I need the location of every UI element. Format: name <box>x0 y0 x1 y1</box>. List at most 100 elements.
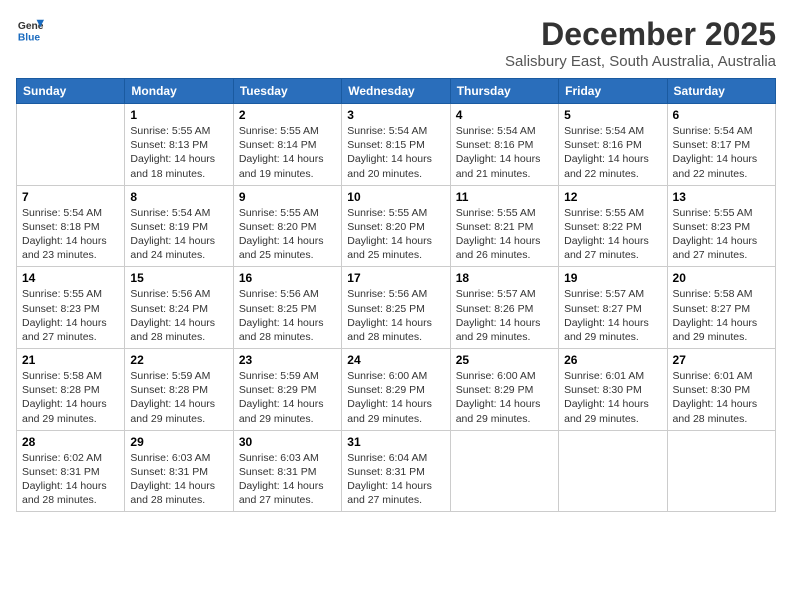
svg-text:Blue: Blue <box>18 32 41 43</box>
day-number: 30 <box>239 435 336 449</box>
table-row: 15 Sunrise: 5:56 AM Sunset: 8:24 PM Dayli… <box>125 267 233 349</box>
calendar-week-row: 28 Sunrise: 6:02 AM Sunset: 8:31 PM Dayli… <box>17 430 776 512</box>
table-row: 10 Sunrise: 5:55 AM Sunset: 8:20 PM Dayli… <box>342 185 450 267</box>
day-number: 9 <box>239 190 336 204</box>
table-row: 12Sunrise: 5:55 AM Sunset: 8:22 PM Dayli… <box>559 185 667 267</box>
day-number: 25 <box>456 353 553 367</box>
day-number: 27 <box>673 353 770 367</box>
day-info: Sunrise: 6:02 AM Sunset: 8:31 PM Dayligh… <box>22 451 119 508</box>
day-info: Sunrise: 5:55 AM Sunset: 8:23 PM Dayligh… <box>22 287 119 344</box>
table-row: 29 Sunrise: 6:03 AM Sunset: 8:31 PM Dayli… <box>125 430 233 512</box>
table-row: 1 Sunrise: 5:55 AM Sunset: 8:13 PM Daylig… <box>125 104 233 186</box>
day-number: 17 <box>347 271 444 285</box>
col-saturday: Saturday <box>667 79 775 104</box>
col-wednesday: Wednesday <box>342 79 450 104</box>
day-info: Sunrise: 5:55 AM Sunset: 8:14 PM Dayligh… <box>239 124 336 181</box>
day-number: 26 <box>564 353 661 367</box>
title-section: December 2025 Salisbury East, South Aust… <box>505 16 776 70</box>
day-number: 11 <box>456 190 553 204</box>
day-info: Sunrise: 6:01 AM Sunset: 8:30 PM Dayligh… <box>673 369 770 426</box>
col-sunday: Sunday <box>17 79 125 104</box>
day-number: 6 <box>673 108 770 122</box>
day-info: Sunrise: 5:56 AM Sunset: 8:25 PM Dayligh… <box>347 287 444 344</box>
day-info: Sunrise: 5:56 AM Sunset: 8:24 PM Dayligh… <box>130 287 227 344</box>
table-row: 23 Sunrise: 5:59 AM Sunset: 8:29 PM Dayli… <box>233 349 341 431</box>
table-row: 8Sunrise: 5:54 AM Sunset: 8:19 PM Daylig… <box>125 185 233 267</box>
table-row: 6Sunrise: 5:54 AM Sunset: 8:17 PM Daylig… <box>667 104 775 186</box>
day-info: Sunrise: 5:54 AM Sunset: 8:19 PM Dayligh… <box>130 206 227 263</box>
day-number: 14 <box>22 271 119 285</box>
month-year-title: December 2025 <box>505 16 776 53</box>
table-row: 9 Sunrise: 5:55 AM Sunset: 8:20 PM Daylig… <box>233 185 341 267</box>
table-row: 2 Sunrise: 5:55 AM Sunset: 8:14 PM Daylig… <box>233 104 341 186</box>
day-number: 29 <box>130 435 227 449</box>
day-info: Sunrise: 5:55 AM Sunset: 8:21 PM Dayligh… <box>456 206 553 263</box>
day-number: 15 <box>130 271 227 285</box>
table-row: 27 Sunrise: 6:01 AM Sunset: 8:30 PM Dayli… <box>667 349 775 431</box>
table-row: 16 Sunrise: 5:56 AM Sunset: 8:25 PM Dayli… <box>233 267 341 349</box>
table-row <box>450 430 558 512</box>
day-number: 12 <box>564 190 661 204</box>
day-info: Sunrise: 5:57 AM Sunset: 8:26 PM Dayligh… <box>456 287 553 344</box>
table-row: 11 Sunrise: 5:55 AM Sunset: 8:21 PM Dayli… <box>450 185 558 267</box>
col-tuesday: Tuesday <box>233 79 341 104</box>
day-number: 10 <box>347 190 444 204</box>
day-info: Sunrise: 5:55 AM Sunset: 8:13 PM Dayligh… <box>130 124 227 181</box>
calendar-week-row: 14 Sunrise: 5:55 AM Sunset: 8:23 PM Dayli… <box>17 267 776 349</box>
table-row: 4Sunrise: 5:54 AM Sunset: 8:16 PM Daylig… <box>450 104 558 186</box>
day-number: 22 <box>130 353 227 367</box>
col-friday: Friday <box>559 79 667 104</box>
table-row: 13 Sunrise: 5:55 AM Sunset: 8:23 PM Dayli… <box>667 185 775 267</box>
day-info: Sunrise: 6:00 AM Sunset: 8:29 PM Dayligh… <box>347 369 444 426</box>
table-row: 18Sunrise: 5:57 AM Sunset: 8:26 PM Dayli… <box>450 267 558 349</box>
table-row: 7Sunrise: 5:54 AM Sunset: 8:18 PM Daylig… <box>17 185 125 267</box>
calendar-week-row: 21Sunrise: 5:58 AM Sunset: 8:28 PM Dayli… <box>17 349 776 431</box>
day-info: Sunrise: 6:03 AM Sunset: 8:31 PM Dayligh… <box>130 451 227 508</box>
day-info: Sunrise: 5:54 AM Sunset: 8:18 PM Dayligh… <box>22 206 119 263</box>
day-info: Sunrise: 5:56 AM Sunset: 8:25 PM Dayligh… <box>239 287 336 344</box>
day-number: 20 <box>673 271 770 285</box>
calendar-week-row: 7Sunrise: 5:54 AM Sunset: 8:18 PM Daylig… <box>17 185 776 267</box>
day-number: 16 <box>239 271 336 285</box>
table-row: 24 Sunrise: 6:00 AM Sunset: 8:29 PM Dayli… <box>342 349 450 431</box>
table-row: 20 Sunrise: 5:58 AM Sunset: 8:27 PM Dayli… <box>667 267 775 349</box>
day-number: 31 <box>347 435 444 449</box>
calendar-table: Sunday Monday Tuesday Wednesday Thursday… <box>16 78 776 512</box>
table-row: 25 Sunrise: 6:00 AM Sunset: 8:29 PM Dayli… <box>450 349 558 431</box>
col-monday: Monday <box>125 79 233 104</box>
day-info: Sunrise: 5:58 AM Sunset: 8:27 PM Dayligh… <box>673 287 770 344</box>
day-info: Sunrise: 5:54 AM Sunset: 8:16 PM Dayligh… <box>564 124 661 181</box>
day-info: Sunrise: 5:59 AM Sunset: 8:28 PM Dayligh… <box>130 369 227 426</box>
day-number: 28 <box>22 435 119 449</box>
day-info: Sunrise: 5:55 AM Sunset: 8:23 PM Dayligh… <box>673 206 770 263</box>
calendar-week-row: 1 Sunrise: 5:55 AM Sunset: 8:13 PM Daylig… <box>17 104 776 186</box>
table-row: 31 Sunrise: 6:04 AM Sunset: 8:31 PM Dayli… <box>342 430 450 512</box>
day-number: 3 <box>347 108 444 122</box>
day-info: Sunrise: 6:01 AM Sunset: 8:30 PM Dayligh… <box>564 369 661 426</box>
day-info: Sunrise: 5:58 AM Sunset: 8:28 PM Dayligh… <box>22 369 119 426</box>
table-row: 3 Sunrise: 5:54 AM Sunset: 8:15 PM Daylig… <box>342 104 450 186</box>
table-row: 28 Sunrise: 6:02 AM Sunset: 8:31 PM Dayli… <box>17 430 125 512</box>
day-info: Sunrise: 5:55 AM Sunset: 8:20 PM Dayligh… <box>347 206 444 263</box>
day-info: Sunrise: 5:57 AM Sunset: 8:27 PM Dayligh… <box>564 287 661 344</box>
calendar-header-row: Sunday Monday Tuesday Wednesday Thursday… <box>17 79 776 104</box>
day-info: Sunrise: 5:54 AM Sunset: 8:15 PM Dayligh… <box>347 124 444 181</box>
logo: General Blue <box>16 16 44 44</box>
col-thursday: Thursday <box>450 79 558 104</box>
table-row: 5Sunrise: 5:54 AM Sunset: 8:16 PM Daylig… <box>559 104 667 186</box>
day-info: Sunrise: 6:03 AM Sunset: 8:31 PM Dayligh… <box>239 451 336 508</box>
day-info: Sunrise: 6:00 AM Sunset: 8:29 PM Dayligh… <box>456 369 553 426</box>
day-number: 24 <box>347 353 444 367</box>
day-info: Sunrise: 5:55 AM Sunset: 8:20 PM Dayligh… <box>239 206 336 263</box>
day-number: 23 <box>239 353 336 367</box>
day-number: 4 <box>456 108 553 122</box>
day-number: 1 <box>130 108 227 122</box>
table-row: 30 Sunrise: 6:03 AM Sunset: 8:31 PM Dayli… <box>233 430 341 512</box>
logo-icon: General Blue <box>16 16 44 44</box>
day-number: 2 <box>239 108 336 122</box>
day-number: 13 <box>673 190 770 204</box>
table-row: 22 Sunrise: 5:59 AM Sunset: 8:28 PM Dayli… <box>125 349 233 431</box>
table-row <box>667 430 775 512</box>
day-info: Sunrise: 5:59 AM Sunset: 8:29 PM Dayligh… <box>239 369 336 426</box>
day-info: Sunrise: 6:04 AM Sunset: 8:31 PM Dayligh… <box>347 451 444 508</box>
